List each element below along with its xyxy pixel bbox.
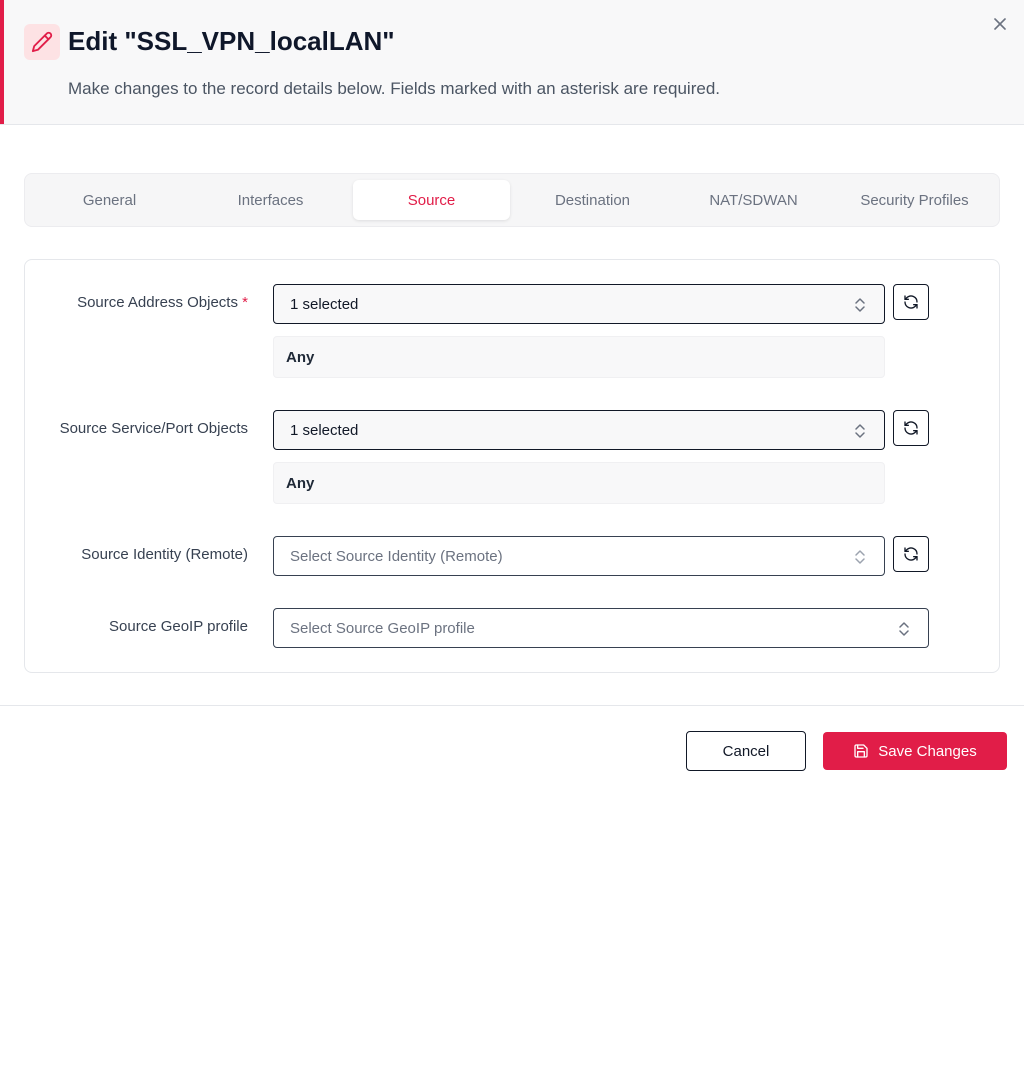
dialog-subtitle: Make changes to the record details below… <box>68 79 720 98</box>
tab-security-profiles[interactable]: Security Profiles <box>836 180 993 220</box>
source-identity-label: Source Identity (Remote) <box>81 546 248 563</box>
source-address-refresh-button[interactable] <box>893 284 929 320</box>
dialog-title: Edit "SSL_VPN_localLAN" <box>68 26 395 56</box>
dialog-header: Edit "SSL_VPN_localLAN" Make changes to … <box>0 0 1024 125</box>
edit-record-dialog: Edit "SSL_VPN_localLAN" Make changes to … <box>0 0 1024 790</box>
header-accent-bar <box>0 0 4 124</box>
source-service-label: Source Service/Port Objects <box>59 420 248 437</box>
refresh-icon <box>904 421 918 435</box>
close-icon[interactable] <box>991 15 1009 33</box>
tab-interfaces[interactable]: Interfaces <box>192 180 349 220</box>
source-geoip-placeholder: Select Source GeoIP profile <box>290 619 475 637</box>
source-geoip-label: Source GeoIP profile <box>109 618 248 635</box>
cancel-button[interactable]: Cancel <box>686 731 806 771</box>
tab-nat-sdwan[interactable]: NAT/SDWAN <box>675 180 832 220</box>
chevron-updown-icon <box>899 622 909 636</box>
chevron-updown-icon <box>855 424 865 438</box>
refresh-icon <box>904 547 918 561</box>
source-form-card: Source Address Objects * 1 selected Any … <box>24 259 1000 673</box>
save-icon <box>854 744 868 758</box>
tab-destination[interactable]: Destination <box>514 180 671 220</box>
save-changes-button[interactable]: Save Changes <box>823 732 1007 770</box>
source-service-chip: Any <box>273 462 885 504</box>
tab-general[interactable]: General <box>31 180 188 220</box>
source-service-select[interactable]: 1 selected <box>273 410 885 450</box>
pencil-icon <box>24 24 60 60</box>
source-address-value: 1 selected <box>290 295 359 313</box>
save-changes-label: Save Changes <box>878 742 977 760</box>
source-service-refresh-button[interactable] <box>893 410 929 446</box>
tab-bar: General Interfaces Source Destination NA… <box>24 173 1000 227</box>
source-identity-select[interactable]: Select Source Identity (Remote) <box>273 536 885 576</box>
source-identity-refresh-button[interactable] <box>893 536 929 572</box>
source-address-chip: Any <box>273 336 885 378</box>
chevron-updown-icon <box>855 550 865 564</box>
source-identity-placeholder: Select Source Identity (Remote) <box>290 547 503 565</box>
tab-source[interactable]: Source <box>353 180 510 220</box>
dialog-footer: Cancel Save Changes <box>0 705 1024 790</box>
chevron-updown-icon <box>855 298 865 312</box>
refresh-icon <box>904 295 918 309</box>
source-geoip-select[interactable]: Select Source GeoIP profile <box>273 608 929 648</box>
source-address-label: Source Address Objects * <box>77 294 248 311</box>
source-service-value: 1 selected <box>290 421 359 439</box>
source-address-select[interactable]: 1 selected <box>273 284 885 324</box>
